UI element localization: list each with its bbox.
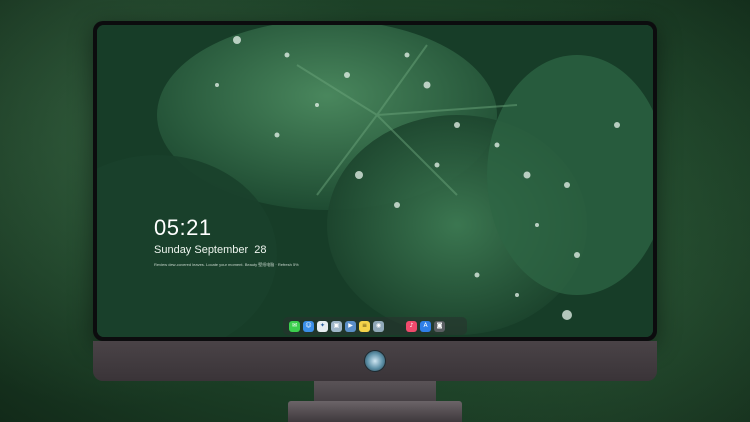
leaf-wallpaper xyxy=(97,25,653,337)
lock-screen[interactable]: 05:21 Sunday September 28 Review dew-cov… xyxy=(97,25,653,337)
app-store-icon[interactable]: A xyxy=(420,320,431,332)
notes-icon[interactable]: ≡ xyxy=(359,320,370,332)
claquette-icon[interactable]: ▶ xyxy=(345,320,356,332)
dock: ✉ ☺ ✦ ▣ ▶ ≡ ◉ ♪ A ◙ xyxy=(283,317,467,335)
lock-clock: 05:21 xyxy=(154,215,212,240)
monitor-stand-base xyxy=(288,401,462,422)
messages-icon[interactable]: ✉ xyxy=(289,320,300,332)
preview-icon[interactable]: ▣ xyxy=(331,320,342,332)
lock-date: Sunday September 28 xyxy=(154,244,267,256)
brand-logo-icon xyxy=(364,350,386,372)
monitor-stand-neck xyxy=(314,381,436,403)
music-icon[interactable]: ♪ xyxy=(406,320,417,332)
safari-icon[interactable]: ✦ xyxy=(317,320,328,332)
finder-icon[interactable]: ☺ xyxy=(303,320,314,332)
monitor-bezel: 05:21 Sunday September 28 Review dew-cov… xyxy=(93,21,657,341)
photos-viewer-icon[interactable]: ◉ xyxy=(373,320,384,332)
camera-icon[interactable]: ◙ xyxy=(434,320,445,332)
lock-tagline: Review dew-covered leaves. Locate your m… xyxy=(154,262,299,267)
